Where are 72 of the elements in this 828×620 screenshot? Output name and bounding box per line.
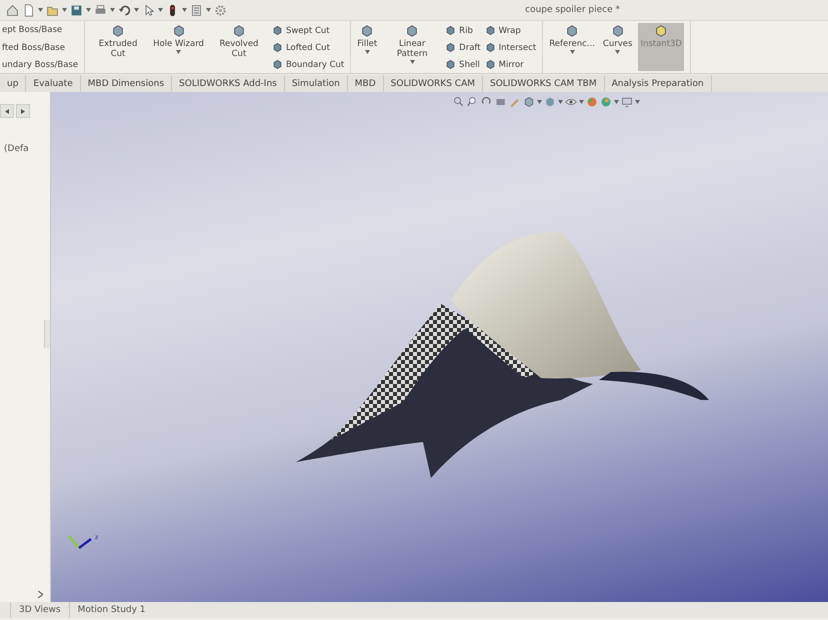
home-icon[interactable] bbox=[6, 4, 19, 16]
caret-icon[interactable] bbox=[110, 8, 115, 12]
cube-icon bbox=[610, 24, 625, 38]
cube-icon bbox=[405, 24, 420, 38]
cube-icon bbox=[272, 59, 283, 70]
eye-icon[interactable] bbox=[565, 96, 577, 108]
caret-icon[interactable] bbox=[206, 8, 211, 12]
caret-icon[interactable] bbox=[558, 100, 563, 104]
save-icon[interactable] bbox=[70, 4, 83, 16]
cube-icon bbox=[445, 59, 456, 70]
ribbon-button[interactable]: Rib bbox=[445, 25, 481, 36]
document-icon[interactable] bbox=[22, 4, 35, 16]
ribbon-button[interactable]: Draft bbox=[445, 42, 481, 53]
cube-icon bbox=[272, 42, 283, 53]
caret-icon[interactable] bbox=[158, 8, 163, 12]
cube-icon bbox=[484, 42, 496, 53]
caret-icon[interactable] bbox=[614, 100, 619, 104]
caret-icon[interactable] bbox=[635, 100, 640, 104]
ribbon-button[interactable]: Referenc... bbox=[547, 23, 597, 73]
monitor-icon[interactable] bbox=[621, 96, 633, 108]
cube-icon bbox=[565, 24, 580, 38]
spoiler-model-drawing[interactable] bbox=[296, 232, 709, 478]
tree-item[interactable]: (Defa bbox=[4, 144, 50, 154]
printer-icon[interactable] bbox=[94, 4, 107, 16]
ribbon-button[interactable]: Mirror bbox=[484, 59, 536, 70]
panel-handle[interactable] bbox=[44, 320, 50, 348]
cube-icon bbox=[445, 42, 456, 53]
cube-icon bbox=[172, 24, 186, 38]
ribbon-button[interactable]: Wrap bbox=[484, 25, 536, 36]
ribbon-button[interactable]: Boundary Cut bbox=[272, 59, 344, 70]
cube-icon bbox=[232, 24, 246, 38]
undo-icon[interactable] bbox=[118, 4, 131, 16]
window-title: coupe spoiler piece * bbox=[525, 5, 620, 15]
scroll-left-icon[interactable] bbox=[0, 104, 14, 118]
cube-icon bbox=[111, 24, 126, 38]
cube-icon bbox=[360, 24, 374, 38]
ribbon-button[interactable]: undary Boss/Base bbox=[2, 60, 78, 70]
ribbon-button[interactable]: Lofted Cut bbox=[272, 42, 344, 53]
caret-icon[interactable] bbox=[615, 50, 620, 54]
caret-icon[interactable] bbox=[134, 8, 139, 12]
ribbon-button[interactable]: Extruded Cut bbox=[89, 23, 148, 73]
caret-icon[interactable] bbox=[570, 50, 575, 54]
ribbon-button[interactable]: Revolved Cut bbox=[210, 23, 268, 73]
caret-icon[interactable] bbox=[364, 50, 370, 54]
ribbon-button[interactable]: fted Boss/Base bbox=[2, 42, 78, 52]
ribbon-button[interactable]: Shell bbox=[445, 59, 481, 70]
ribbon-button[interactable]: Swept Cut bbox=[272, 25, 344, 36]
list-icon[interactable] bbox=[190, 4, 203, 16]
caret-icon[interactable] bbox=[62, 8, 67, 12]
ribbon-button[interactable]: Curves bbox=[600, 23, 634, 73]
cube-icon bbox=[272, 25, 283, 36]
chevron-icon[interactable] bbox=[38, 591, 43, 598]
ribbon-button[interactable]: Linear Pattern bbox=[383, 23, 442, 73]
ribbon-button[interactable]: Fillet bbox=[355, 23, 380, 73]
cube-icon bbox=[484, 59, 496, 70]
ribbon-button[interactable]: Hole Wizard bbox=[151, 23, 206, 73]
gear-icon[interactable] bbox=[214, 4, 227, 16]
caret-icon[interactable] bbox=[182, 8, 187, 12]
caret-icon[interactable] bbox=[537, 100, 542, 104]
cube-icon bbox=[654, 24, 668, 38]
cube-icon bbox=[484, 25, 496, 36]
ribbon-button[interactable]: Intersect bbox=[484, 42, 536, 53]
caret-icon[interactable] bbox=[86, 8, 91, 12]
search-icon[interactable] bbox=[453, 96, 465, 108]
caret-icon[interactable] bbox=[38, 8, 43, 12]
caret-icon[interactable] bbox=[579, 100, 584, 104]
cube-icon bbox=[445, 25, 456, 36]
caret-icon[interactable] bbox=[410, 60, 415, 64]
ribbon-button[interactable]: ept Boss/Base bbox=[2, 25, 78, 35]
scroll-right-icon[interactable] bbox=[16, 104, 30, 118]
caret-icon[interactable] bbox=[176, 50, 181, 54]
cube-icon[interactable] bbox=[523, 96, 535, 108]
